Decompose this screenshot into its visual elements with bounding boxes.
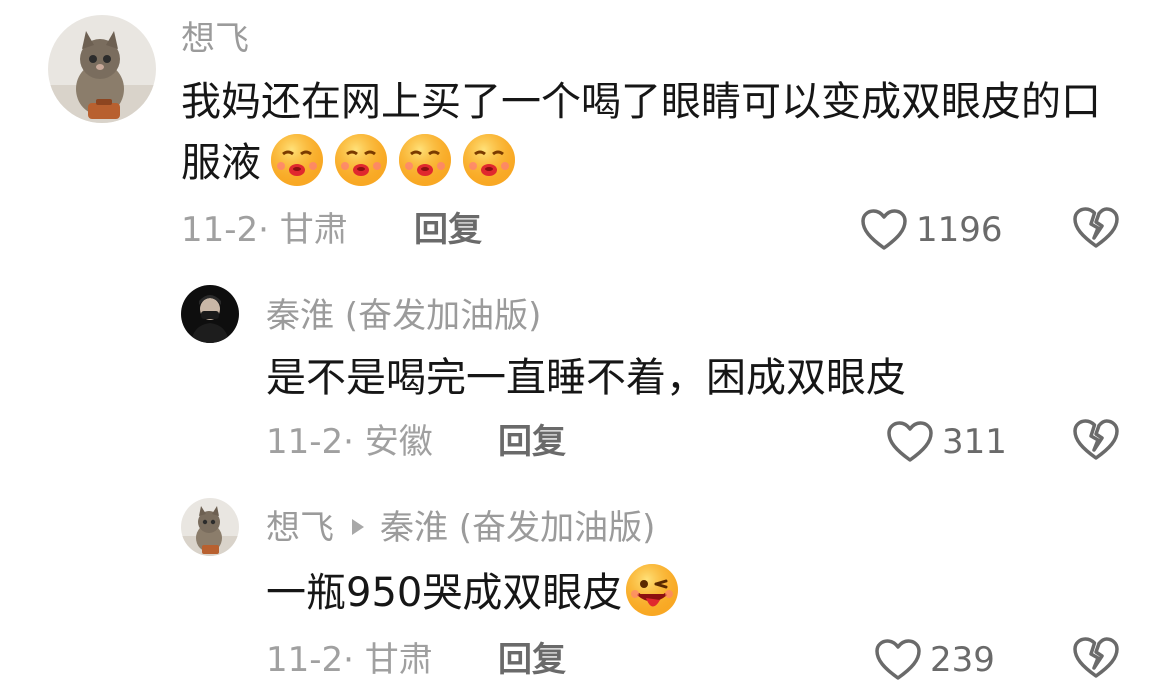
- person-avatar-image: [181, 285, 239, 343]
- heart-icon: [887, 421, 933, 462]
- comment-text: 一瓶950哭成双眼皮: [266, 562, 1126, 623]
- reply-to-username[interactable]: 秦淮 (奋发加油版): [380, 508, 655, 548]
- comment-text: 是不是喝完一直睡不着，困成双眼皮: [266, 355, 906, 401]
- reply-item: 秦淮 (奋发加油版) 是不是喝完一直睡不着，困成双眼皮 11-2· 安徽 回复 …: [0, 0, 1170, 684]
- broken-heart-icon: [1073, 419, 1119, 460]
- comment-username-line: 想飞 秦淮 (奋发加油版): [266, 508, 655, 548]
- dislike-button[interactable]: [1072, 636, 1120, 680]
- reply-button[interactable]: 回复: [498, 640, 566, 680]
- heart-icon: [875, 639, 921, 680]
- like-button[interactable]: 311: [886, 420, 1007, 464]
- like-count: 239: [930, 640, 995, 680]
- cat-avatar-image: [181, 498, 239, 556]
- comment-date-location: 11-2· 安徽: [266, 422, 433, 462]
- avatar[interactable]: [181, 285, 239, 343]
- comment-thread: 想飞 我妈还在网上买了一个喝了眼睛可以变成双眼皮的口服液 11-2· 甘肃 回复…: [0, 0, 1170, 684]
- reply-arrow-icon: [352, 518, 364, 535]
- comment-username[interactable]: 秦淮 (奋发加油版): [266, 296, 541, 336]
- comment-text-body: 一瓶950哭成双眼皮: [266, 570, 623, 616]
- like-count: 311: [942, 422, 1007, 462]
- comment-date-location: 11-2· 甘肃: [266, 640, 433, 680]
- reply-button[interactable]: 回复: [498, 422, 566, 462]
- dislike-button[interactable]: [1072, 418, 1120, 462]
- wink-tongue-emoji: [624, 562, 680, 618]
- comment-username[interactable]: 想飞: [266, 508, 334, 548]
- broken-heart-icon: [1073, 637, 1119, 678]
- avatar[interactable]: [181, 498, 239, 556]
- like-button[interactable]: 239: [874, 638, 995, 682]
